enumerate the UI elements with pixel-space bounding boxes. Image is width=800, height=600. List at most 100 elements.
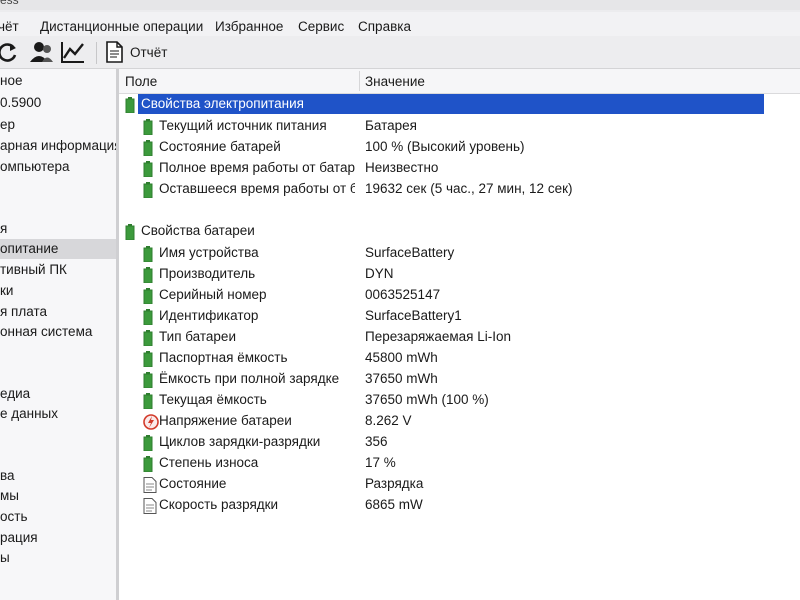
battery-icon [143,351,157,368]
menu-item-service[interactable]: Сервис [298,19,344,34]
table-row[interactable]: Серийный номер 0063525147 [119,285,800,306]
table-row[interactable]: Ёмкость при полной зарядке 37650 mWh [119,369,800,390]
row-field: Оставшееся время работы от б... [159,181,355,196]
row-value: 356 [365,434,388,449]
row-value: DYN [365,266,394,281]
menu-item-remote[interactable]: Дистанционные операции [40,19,203,34]
battery-icon [143,161,157,178]
table-row[interactable]: Оставшееся время работы от б... 19632 се… [119,179,800,200]
row-value: 0063525147 [365,287,441,302]
battery-icon [143,288,157,305]
battery-icon [143,456,157,473]
table-row[interactable]: Напряжение батареи 8.262 V [119,411,800,432]
table-row[interactable]: Текущая ёмкость 37650 mWh (100 %) [119,390,800,411]
battery-icon [143,435,157,452]
sidebar-item[interactable]: онная система [0,322,116,342]
table-row[interactable]: Имя устройства SurfaceBattery [119,243,800,264]
sidebar-item[interactable]: тивный ПК [0,260,116,280]
users-icon[interactable] [28,40,54,69]
sidebar-item[interactable]: мы [0,486,116,506]
battery-icon [143,140,157,157]
battery-icon [125,97,139,114]
group-title: Свойства батареи [141,223,255,238]
sidebar-item[interactable]: я плата [0,302,116,322]
row-field: Текущий источник питания [159,118,327,133]
row-field: Имя устройства [159,245,259,260]
sidebar-item[interactable]: 0.5900 [0,93,116,113]
document-icon [143,498,157,514]
table-row[interactable]: Циклов зарядки-разрядки 356 [119,432,800,453]
row-value: 17 % [365,455,396,470]
refresh-icon[interactable] [0,40,20,69]
window-titlebar: ess [0,0,800,10]
menu-item-favorites[interactable]: Избранное [215,19,283,34]
table-row[interactable]: Состояние батарей 100 % (Высокий уровень… [119,137,800,158]
group-power-properties[interactable]: Свойства электропитания [119,94,800,115]
table-row[interactable]: Текущий источник питания Батарея [119,116,800,137]
menu-item-report[interactable]: чёт [0,19,19,34]
report-button[interactable]: Отчёт [104,40,167,66]
properties-panel: Поле Значение Свойства электропитания Те… [119,69,800,600]
table-row[interactable]: Полное время работы от батар... Неизвест… [119,158,800,179]
table-row[interactable]: Идентификатор SurfaceBattery1 [119,306,800,327]
row-value: 19632 сек (5 час., 27 мин, 12 сек) [365,181,573,196]
battery-icon [143,182,157,199]
row-field: Циклов зарядки-разрядки [159,434,321,449]
sidebar-item-power-selected[interactable]: опитание [0,239,116,259]
toolbar: Отчёт [0,36,800,69]
battery-icon [125,224,139,241]
row-value: Батарея [365,118,417,133]
report-button-label: Отчёт [130,45,168,60]
sidebar-item[interactable]: ость [0,507,116,527]
sidebar-item[interactable]: рация [0,528,116,548]
column-header-value[interactable]: Значение [365,74,425,89]
battery-icon [143,246,157,263]
column-header: Поле Значение [119,69,800,94]
battery-icon [143,119,157,136]
menu-item-help[interactable]: Справка [358,19,411,34]
sidebar-item[interactable]: е данных [0,404,116,424]
row-value: 6865 mW [365,497,423,512]
row-value: SurfaceBattery1 [365,308,462,323]
sidebar-item[interactable]: арная информация [0,136,116,156]
sidebar-item[interactable]: ер [0,115,116,135]
toolbar-separator [96,42,97,64]
table-row[interactable]: Степень износа 17 % [119,453,800,474]
voltage-icon [143,414,159,430]
sidebar-item[interactable]: ки [0,281,116,301]
sidebar-item[interactable]: едиа [0,384,116,404]
sidebar-item[interactable]: ное [0,71,116,91]
sidebar-item[interactable]: омпьютера [0,157,116,177]
battery-icon [143,372,157,389]
sidebar-tree: ное 0.5900 ер арная информация омпьютера… [0,69,116,600]
row-value: Перезаряжаемая Li-Ion [365,329,511,344]
report-document-icon [106,41,123,63]
row-field: Ёмкость при полной зарядке [159,371,340,386]
sidebar-item[interactable]: ы [0,548,116,568]
row-field: Полное время работы от батар... [159,160,355,175]
window-title: ess [0,0,19,7]
table-row[interactable]: Производитель DYN [119,264,800,285]
row-field: Идентификатор [159,308,259,323]
row-field: Серийный номер [159,287,267,302]
battery-icon [143,267,157,284]
column-header-field[interactable]: Поле [125,74,157,89]
table-row[interactable]: Скорость разрядки 6865 mW [119,495,800,516]
battery-icon [143,393,157,410]
sidebar-item[interactable]: я [0,219,116,239]
column-divider[interactable] [359,71,360,91]
row-value: 45800 mWh [365,350,438,365]
group-battery-properties[interactable]: Свойства батареи [119,221,800,242]
chart-icon[interactable] [60,40,86,69]
row-field: Тип батареи [159,329,236,344]
table-row[interactable]: Паспортная ёмкость 45800 mWh [119,348,800,369]
row-value: 37650 mWh (100 %) [365,392,489,407]
sidebar-item[interactable]: ва [0,466,116,486]
row-value: Неизвестно [365,160,439,175]
table-row[interactable]: Тип батареи Перезаряжаемая Li-Ion [119,327,800,348]
row-field: Степень износа [159,455,259,470]
group-title: Свойства электропитания [141,96,304,111]
table-row[interactable]: Состояние Разрядка [119,474,800,495]
row-value: 37650 mWh [365,371,438,386]
row-value: Разрядка [365,476,424,491]
